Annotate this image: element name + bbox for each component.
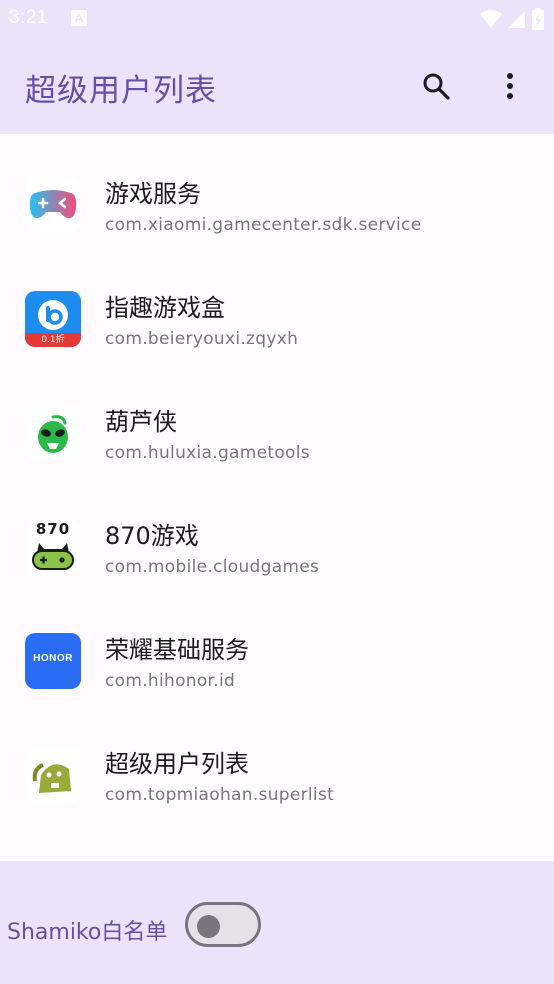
huluxia-icon — [25, 405, 81, 461]
app-bar: 超级用户列表 — [0, 38, 554, 134]
app-name: 超级用户列表 — [105, 750, 249, 778]
a-badge-icon: A — [71, 10, 87, 26]
wifi-icon — [480, 10, 502, 28]
status-bar: 3:21 A — [0, 0, 554, 38]
app-package: com.huluxia.gametools — [105, 443, 310, 463]
page-title: 超级用户列表 — [25, 73, 217, 109]
app-list[interactable]: 游戏服务 com.xiaomi.gamecenter.sdk.service 0… — [0, 134, 554, 861]
search-button[interactable] — [412, 62, 460, 110]
honor-icon: HONOR — [25, 633, 81, 689]
switch-thumb — [197, 915, 220, 938]
more-vert-icon — [507, 73, 513, 99]
list-item[interactable]: HONOR 荣耀基础服务 com.hihonor.id — [0, 590, 554, 704]
list-item[interactable]: 870 870游戏 com.mobile.cloudgames — [0, 476, 554, 590]
zhiqu-icon: 0.1折 — [25, 291, 81, 347]
battery-icon — [532, 8, 544, 30]
signal-icon — [508, 11, 525, 28]
zhiqu-badge: 0.1折 — [41, 335, 65, 345]
gamepad-icon — [25, 177, 81, 233]
list-item[interactable]: 游戏服务 com.xiaomi.gamecenter.sdk.service — [0, 134, 554, 248]
status-time: 3:21 — [9, 7, 48, 28]
870-icon: 870 — [25, 519, 81, 575]
list-item[interactable]: 0.1折 指趣游戏盒 com.beieryouxi.zqyxh — [0, 248, 554, 362]
list-item[interactable]: 超级用户列表 com.topmiaohan.superlist — [0, 704, 554, 818]
shamiko-whitelist-switch[interactable] — [185, 902, 261, 947]
app-package: com.hihonor.id — [105, 671, 236, 691]
app-package: com.mobile.cloudgames — [105, 557, 320, 577]
app-package: com.beieryouxi.zqyxh — [105, 329, 299, 349]
app-package: com.xiaomi.gamecenter.sdk.service — [105, 215, 422, 235]
shamiko-whitelist-label: Shamiko白名单 — [7, 920, 168, 945]
android-robot-icon — [25, 747, 81, 803]
app-package: com.topmiaohan.superlist — [105, 785, 335, 805]
app-name: 指趣游戏盒 — [105, 294, 225, 322]
app-name: 荣耀基础服务 — [105, 636, 249, 664]
870-icon-text: 870 — [35, 520, 71, 538]
app-name: 葫芦侠 — [105, 408, 177, 436]
more-options-button[interactable] — [486, 62, 534, 110]
system-icons — [480, 8, 544, 30]
search-icon — [423, 73, 450, 100]
app-name: 870游戏 — [105, 522, 199, 550]
bottom-bar: Shamiko白名单 — [0, 861, 554, 984]
app-name: 游戏服务 — [105, 180, 201, 208]
honor-icon-text: HONOR — [33, 653, 73, 664]
list-item[interactable]: 葫芦侠 com.huluxia.gametools — [0, 362, 554, 476]
